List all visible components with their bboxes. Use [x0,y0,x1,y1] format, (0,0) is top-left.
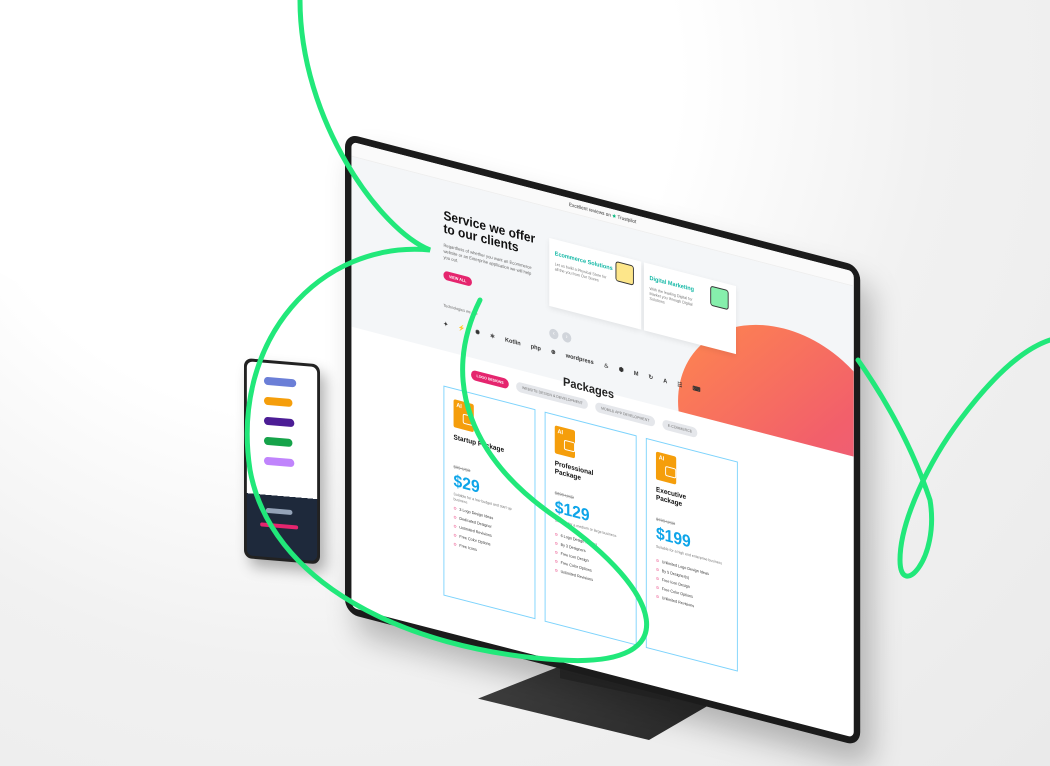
phone-screen [246,361,318,562]
ai-file-icon: AI [554,425,575,459]
phone-content-blob [263,416,295,428]
tech-logo-wordpress: wordpress [565,352,594,366]
monitor-bezel: Excellent reviews on ★ Trustpilot Servic… [345,133,861,747]
package-name: Professional Package [554,460,594,483]
tech-logo-icon: ☷ [677,381,683,390]
check-icon: ⊙ [554,549,558,556]
check-icon: ⊙ [554,558,558,565]
tech-logo-icon: ↻ [648,374,654,382]
check-icon: ⊙ [655,584,660,591]
check-icon: ⊙ [655,575,660,582]
service-description: With the leading Digital for Market you … [649,285,693,307]
tech-logo-icon: A [663,377,668,385]
phone-content-blob [263,376,297,388]
check-icon: ⊙ [554,567,558,574]
service-card-ecommerce[interactable]: Ecommerce Solutions Let us build a Physi… [549,237,642,330]
trustpilot-label[interactable]: Trustpilot [617,214,636,225]
technologies-label: Technologies we use [443,302,478,317]
phone-footer-bar [260,522,299,530]
check-icon: ⊙ [554,531,558,538]
view-all-button[interactable]: VIEW ALL [443,270,472,287]
monitor: Excellent reviews on ★ Trustpilot Servic… [345,133,861,747]
trustpilot-star-icon: ★ [612,213,617,221]
tab-logo-designs[interactable]: LOGO DESIGNS [471,369,510,390]
service-card-marketing[interactable]: Digital Marketing With the leading Digit… [644,262,736,355]
phone-content-blob [263,456,295,468]
tech-logo-icon: M [633,370,639,378]
carousel-controls: ‹ › [549,327,572,344]
check-icon: ⊙ [453,514,457,520]
tech-logo-kotlin: Kotlin [505,336,521,347]
green-line-right [855,337,1050,579]
check-icon: ⊙ [453,532,457,538]
megaphone-illustration-icon [710,285,729,311]
feature-list: ⊙ Unlimited Logo Design Ideas ⊙ By 5 Desig… [656,557,709,616]
check-icon: ⊙ [655,566,660,573]
tech-logo-icon: ⚛ [489,333,495,341]
tech-logo-icon: ✦ [443,321,449,329]
check-icon: ⊙ [655,557,660,564]
phone-content-blob [263,436,293,448]
phone-mockup [244,358,320,574]
tech-logo-icon: ✺ [475,329,480,337]
check-icon: ⊙ [453,505,457,511]
tech-logo-icon: ♨ [603,362,609,371]
package-name: Executive Package [655,486,687,509]
check-icon: ⊙ [453,523,457,529]
prev-arrow-button[interactable]: ‹ [549,327,559,341]
tech-logo-icon: ⊛ [551,349,556,357]
phone-content-blob [263,396,293,408]
monitor-screen: Excellent reviews on ★ Trustpilot Servic… [351,141,854,738]
next-arrow-button[interactable]: › [562,331,572,344]
ai-file-icon: AI [655,451,677,485]
feature-list: ⊙ 3 Logo Design Ideas ⊙ Dedicated Designer… [454,505,494,560]
tab-mobile-app[interactable]: MOBILE APP DEVELOPMENT [595,401,655,428]
package-card-startup[interactable]: AI Startup Package $99 USD $29 Suitable … [443,385,536,620]
tech-logo-icon: ⬢ [618,366,624,375]
check-icon: ⊙ [453,541,457,547]
tech-logo-php: php [530,343,541,353]
package-card-professional[interactable]: AI Professional Package $399 USD $129 Su… [544,411,637,646]
ai-file-icon: AI [453,399,474,433]
tech-logo-icon: ⚡ [458,325,466,334]
feature-list: ⊙ 6 Logo Design Idea(s) ⊙ By 3 Designers ⊙… [555,531,597,587]
tab-ecommerce[interactable]: E-COMMERCE [662,419,698,439]
check-icon: ⊙ [554,540,558,547]
shop-illustration-icon [615,260,634,286]
package-card-executive[interactable]: AI Executive Package $799 USD $199 Suita… [645,437,738,672]
check-icon: ⊙ [655,593,660,600]
phone-body [244,358,320,565]
package-name: Startup Package [453,434,505,455]
phone-footer-text [265,507,293,516]
